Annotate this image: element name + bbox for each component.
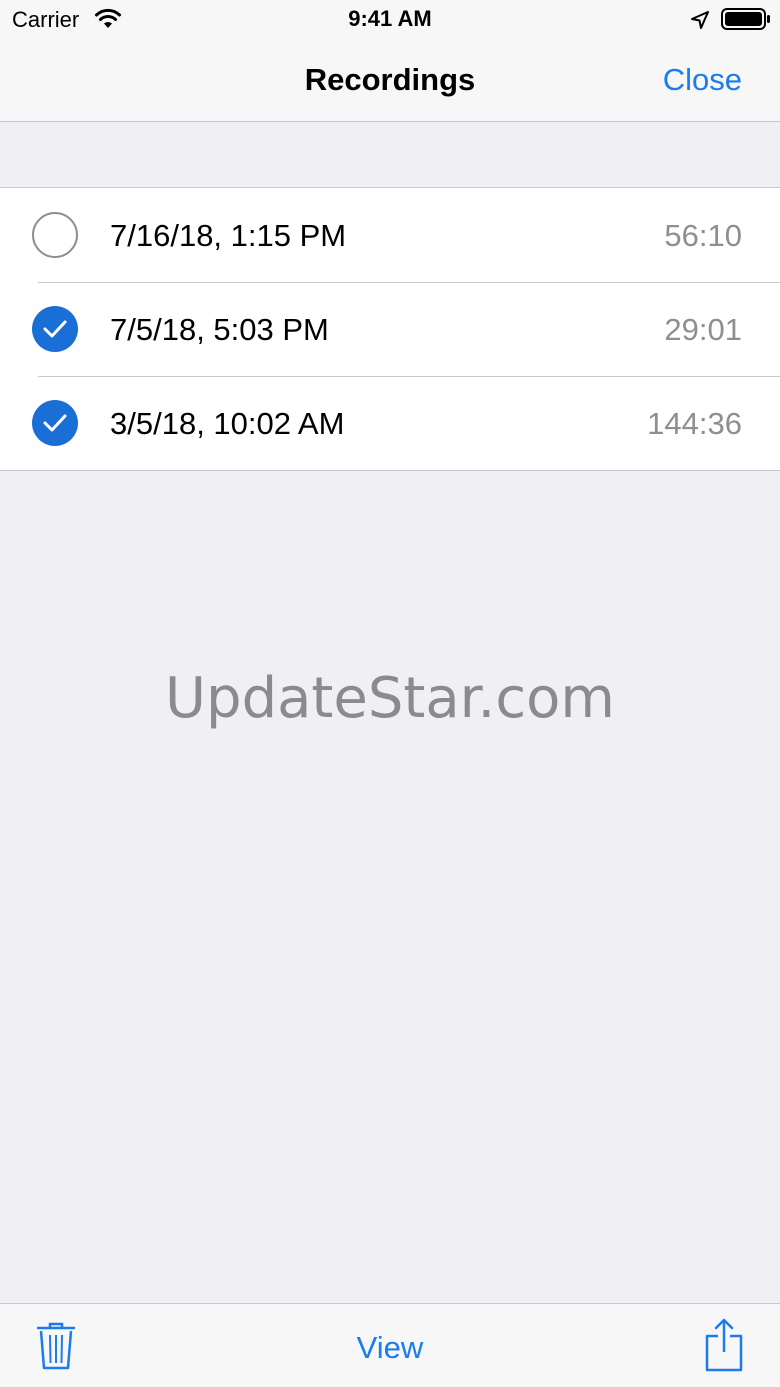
recording-duration: 144:36 <box>647 406 742 441</box>
recording-duration: 29:01 <box>664 312 742 347</box>
close-button[interactable]: Close <box>663 62 742 98</box>
battery-icon <box>721 8 771 35</box>
status-bar: Carrier 9:41 AM <box>0 0 780 40</box>
recording-row[interactable]: 7/16/18, 1:15 PM 56:10 <box>0 188 780 282</box>
trash-icon[interactable] <box>36 1322 76 1375</box>
recording-duration: 56:10 <box>664 218 742 253</box>
navigation-bar: Recordings Close <box>0 40 780 122</box>
clock: 9:41 AM <box>348 6 432 31</box>
checkmark-circle-icon[interactable] <box>32 306 78 352</box>
unchecked-circle-icon[interactable] <box>32 212 78 258</box>
recording-row[interactable]: 3/5/18, 10:02 AM 144:36 <box>0 376 780 470</box>
watermark-text: UpdateStar.com <box>165 666 615 731</box>
location-arrow-icon <box>690 10 710 35</box>
recording-date: 3/5/18, 10:02 AM <box>110 406 345 441</box>
recordings-list: 7/16/18, 1:15 PM 56:10 7/5/18, 5:03 PM 2… <box>0 187 780 471</box>
bottom-toolbar: View <box>0 1303 780 1387</box>
view-button[interactable]: View <box>357 1330 424 1365</box>
recording-row[interactable]: 7/5/18, 5:03 PM 29:01 <box>0 282 780 376</box>
recording-date: 7/16/18, 1:15 PM <box>110 218 347 253</box>
recording-date: 7/5/18, 5:03 PM <box>110 312 329 347</box>
checkmark-circle-icon[interactable] <box>32 400 78 446</box>
share-icon[interactable] <box>705 1318 743 1377</box>
